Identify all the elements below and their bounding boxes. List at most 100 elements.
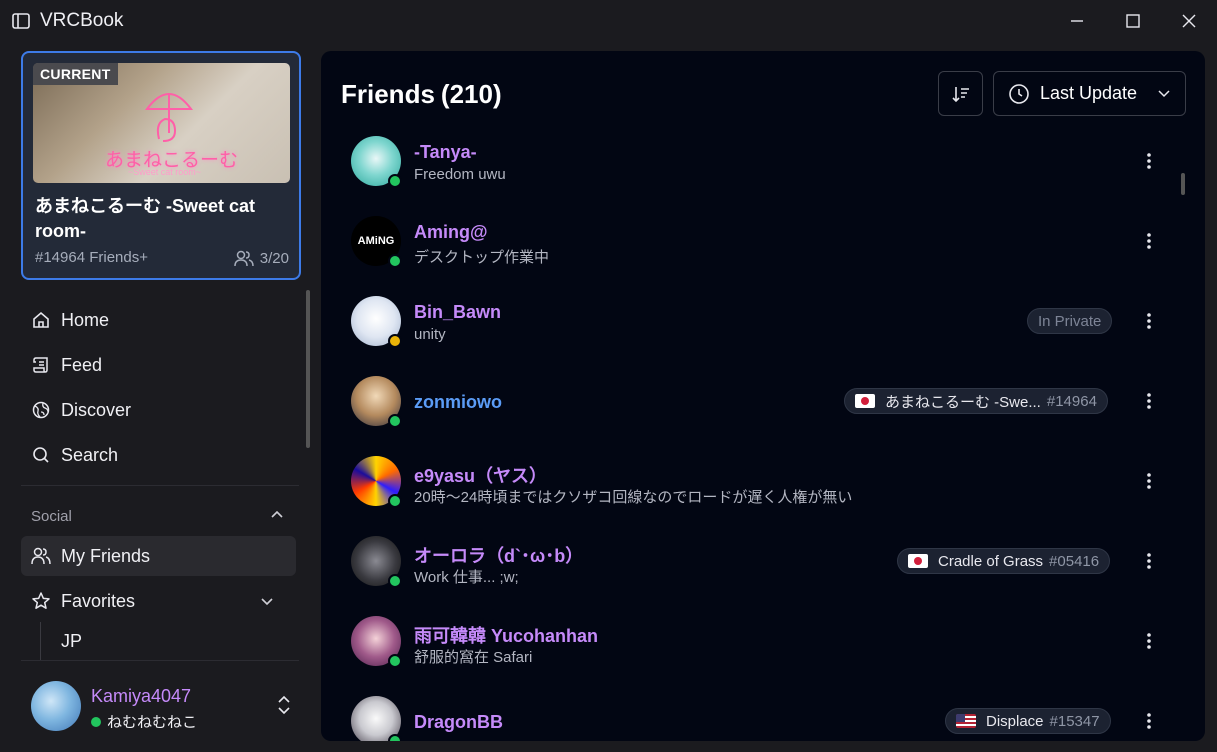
nav-discover-label: Discover (61, 399, 132, 420)
sidebar: CURRENT あまねこるーむ ~Sweet cat room~ あまねこるーむ… (0, 42, 312, 752)
chevron-up-icon[interactable] (270, 508, 284, 522)
more-options-button[interactable] (1141, 549, 1157, 573)
private-instance-label: In Private (1038, 312, 1102, 330)
instance-id: #14964 (1046, 392, 1097, 410)
more-vertical-icon (1147, 313, 1151, 329)
friend-name: DragonBB (414, 712, 503, 732)
more-vertical-icon (1147, 393, 1151, 409)
world-instance-pill[interactable]: Cradle of Grass #05416 (897, 548, 1111, 574)
status-dot-icon (388, 574, 402, 588)
favorites-group-jp[interactable]: JP (61, 631, 82, 652)
friend-count: (210) (440, 79, 502, 109)
instance-id: #05416 (1049, 552, 1100, 570)
friend-status-text: デスクトップ作業中 (414, 249, 550, 266)
japan-flag-icon (908, 554, 928, 568)
friend-name: オーロラ（d`･ω･b） (414, 546, 584, 566)
nav-search-label: Search (61, 444, 119, 465)
more-vertical-icon (1147, 233, 1151, 249)
nav-favorites-label: Favorites (61, 590, 136, 611)
maximize-button[interactable] (1105, 0, 1161, 42)
sidebar-scrollbar[interactable] (306, 290, 310, 448)
current-instance-thumbnail: CURRENT あまねこるーむ ~Sweet cat room~ (33, 63, 290, 183)
clock-icon (1009, 83, 1029, 104)
scroll-icon (33, 357, 48, 373)
user-status-text: ねむねむねこ (107, 714, 198, 731)
users-icon (234, 250, 254, 267)
close-icon (1182, 14, 1196, 28)
friend-status-text: 舒服的窩在 Safari (414, 649, 533, 666)
friend-name: 雨可韓韓 Yucohanhan (414, 626, 599, 646)
user-status: ねむねむねこ (91, 711, 197, 732)
world-name: Cradle of Grass (938, 552, 1044, 570)
status-dot-icon (388, 334, 402, 348)
world-instance-pill[interactable]: あまねこるーむ -Swe... #14964 (844, 388, 1108, 414)
more-options-button[interactable] (1141, 309, 1157, 333)
thumbnail-world-subtitle: ~Sweet cat room~ (128, 167, 202, 177)
sort-descending-icon (951, 86, 969, 102)
minimize-button[interactable] (1049, 0, 1105, 42)
status-dot-icon (388, 494, 402, 508)
globe-icon (32, 401, 50, 419)
current-instance-card[interactable]: CURRENT あまねこるーむ ~Sweet cat room~ あまねこるーむ… (21, 51, 301, 280)
more-options-button[interactable] (1141, 229, 1157, 253)
nav-home-label: Home (61, 309, 110, 330)
home-icon (33, 311, 49, 328)
umbrella-cat-logo-icon (145, 93, 193, 142)
chevron-down-icon (1158, 90, 1170, 98)
world-instance-pill[interactable]: Displace #15347 (945, 708, 1111, 734)
favorites-tree-line (40, 622, 41, 660)
star-icon (32, 592, 50, 609)
avatar (31, 681, 81, 731)
friend-name: zonmiowo (414, 392, 502, 412)
nav-favorites[interactable]: Favorites (21, 581, 296, 621)
more-vertical-icon (1147, 553, 1151, 569)
user-name: Kamiya4047 (91, 686, 192, 706)
nav-my-friends[interactable]: My Friends (21, 536, 296, 576)
list-item[interactable]: オーロラ（d`･ω･b） Work 仕事... ;w; Cradle of Gr… (321, 521, 1205, 601)
more-options-button[interactable] (1141, 149, 1157, 173)
usa-flag-icon (956, 714, 976, 728)
list-item[interactable]: zonmiowo あまねこるーむ -Swe... #14964 (321, 361, 1205, 441)
nav-search[interactable]: Search (21, 435, 296, 475)
chevron-up-down-icon[interactable] (277, 694, 291, 716)
close-button[interactable] (1161, 0, 1217, 42)
friend-status-text: Work 仕事... ;w; (414, 569, 519, 586)
search-icon (33, 447, 49, 463)
more-vertical-icon (1147, 633, 1151, 649)
window-controls (1049, 0, 1217, 42)
social-section-label: Social (31, 508, 72, 525)
more-options-button[interactable] (1141, 709, 1157, 733)
list-item[interactable]: 雨可韓韓 Yucohanhan 舒服的窩在 Safari (321, 601, 1205, 681)
more-options-button[interactable] (1141, 469, 1157, 493)
status-badge: In Private (1027, 308, 1113, 334)
user-profile-footer[interactable]: Kamiya4047 ねむねむねこ (21, 678, 301, 734)
more-vertical-icon (1147, 153, 1151, 169)
list-item[interactable]: -Tanya- Freedom uwu (321, 121, 1205, 201)
status-dot-icon (91, 716, 101, 727)
more-options-button[interactable] (1141, 389, 1157, 413)
japan-flag-icon (855, 394, 875, 408)
friend-name: Bin_Bawn (414, 302, 502, 322)
sidebar-toggle-icon[interactable] (12, 12, 30, 30)
minimize-icon (1071, 20, 1083, 22)
user-count-value: 3/20 (259, 249, 289, 267)
current-badge: CURRENT (33, 63, 118, 85)
nav-discover[interactable]: Discover (21, 390, 296, 430)
list-item[interactable]: e9yasu（ヤス） 20時〜24時頃まではクソザコ回線なのでロードが遅く人権が… (321, 441, 1205, 521)
list-item[interactable]: DragonBB Displace #15347 (321, 681, 1205, 741)
title-bar: VRCBook (0, 0, 1217, 42)
sort-direction-button[interactable] (938, 71, 983, 116)
current-instance-name: あまねこるーむ -Sweet cat room- (35, 196, 256, 241)
sort-by-value: Last Update (1040, 83, 1138, 103)
list-item[interactable]: AMiNG Aming@ デスクトップ作業中 (321, 201, 1205, 281)
chevron-down-icon[interactable] (260, 594, 274, 608)
status-dot-icon (388, 174, 402, 188)
list-item[interactable]: Bin_Bawn unity In Private (321, 281, 1205, 361)
more-options-button[interactable] (1141, 629, 1157, 653)
nav-home[interactable]: Home (21, 300, 296, 340)
world-name: Displace (986, 712, 1044, 730)
nav-feed[interactable]: Feed (21, 345, 296, 385)
friend-status-text: Freedom uwu (414, 166, 506, 183)
sort-by-select[interactable]: Last Update (993, 71, 1186, 116)
friend-status-text: 20時〜24時頃まではクソザコ回線なのでロードが遅く人権が無い (414, 489, 853, 506)
